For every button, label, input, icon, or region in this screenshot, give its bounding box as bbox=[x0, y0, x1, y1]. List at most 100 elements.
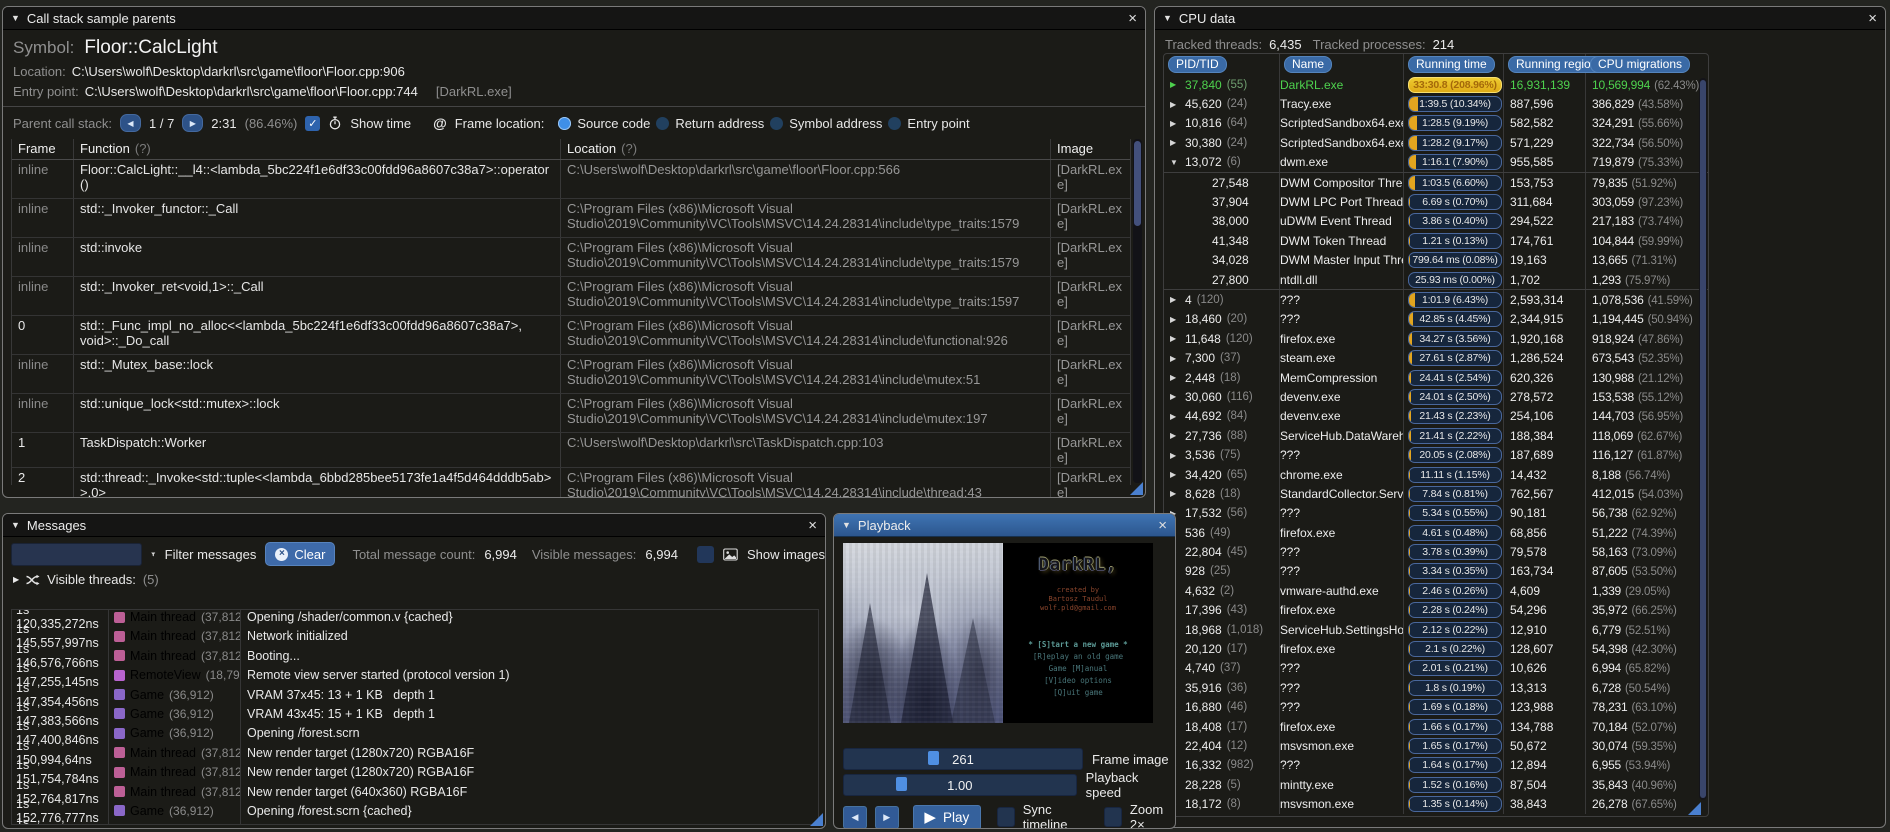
cpu-row[interactable]: ▶18,172(8)msvsmon.exe1.35 s (0.14%)38,84… bbox=[1164, 794, 1708, 814]
cpu-row[interactable]: 41,348 DWM Token Thread 1.21 s (0.13%) 174,… bbox=[1164, 231, 1708, 251]
cpu-row[interactable]: ▶18,408(17)firefox.exe1.66 s (0.17%)134,… bbox=[1164, 716, 1708, 737]
close-icon[interactable]: × bbox=[808, 518, 817, 533]
messages-titlebar[interactable]: ▼ Messages × bbox=[3, 514, 825, 537]
playback-speed-slider[interactable]: 1.00 bbox=[843, 774, 1077, 796]
cpu-row[interactable]: ▶ 10,816 (64) ScriptedSandbox64.exe 1:28.5 (… bbox=[1164, 113, 1708, 134]
message-row[interactable]: 1s 147,354,456ns Game (36,912) VRAM 37x45: … bbox=[12, 680, 818, 709]
cpu-row[interactable]: ▶ 3,536 (75)??? 20.05 s (2.08%) 187,689 116,1… bbox=[1164, 445, 1708, 465]
cpu-row[interactable]: ▶ 30,380 (24) ScriptedSandbox64.exe 1:28.2 (… bbox=[1164, 133, 1708, 153]
close-icon[interactable]: × bbox=[1128, 11, 1137, 26]
message-row[interactable]: 1s 152,776,777ns Game (36,912) Opening /for… bbox=[12, 796, 818, 824]
cpu-row[interactable]: ▶28,228(5)mintty.exe1.52 s (0.16%)87,504… bbox=[1164, 775, 1708, 795]
cpu-row[interactable]: ▶ 11,648 (120) firefox.exe 34.27 s (3.56%) 1,… bbox=[1164, 329, 1708, 349]
expand-arrow-icon[interactable]: ▶ bbox=[1170, 295, 1180, 304]
message-row[interactable]: 1s 150,994,64nsMain thread(37,812)New re… bbox=[12, 738, 818, 767]
clear-button[interactable]: × Clear bbox=[265, 542, 336, 566]
callstack-scrollbar[interactable] bbox=[1133, 139, 1142, 483]
cpu-row[interactable]: ▶18,968(1,018)ServiceHub.SettingsHost.ex… bbox=[1164, 619, 1708, 640]
message-row[interactable]: 1s 120,335,272nsMain thread(37,812)Openi… bbox=[12, 610, 818, 631]
sync-timeline-checkbox[interactable] bbox=[997, 807, 1015, 827]
expand-arrow-icon[interactable]: ▶ bbox=[1170, 354, 1180, 363]
step-forward-button[interactable]: ▶ bbox=[874, 805, 899, 828]
playback-titlebar[interactable]: ▼ Playback × bbox=[834, 514, 1175, 537]
cpu-row[interactable]: ▶4,632(2)vmware-authd.exe2.46 s (0.26%)4… bbox=[1164, 581, 1708, 601]
cpu-row[interactable]: ▶35,916(36)???1.8 s (0.19%)13,3136,728(5… bbox=[1164, 678, 1708, 698]
cpu-col-pill[interactable]: CPU migrations bbox=[1590, 56, 1691, 73]
cpu-row[interactable]: ▶928(25)???3.34 s (0.35%)163,73487,605(5… bbox=[1164, 561, 1708, 582]
expand-arrow-icon[interactable]: ▶ bbox=[1170, 138, 1180, 147]
cpu-row[interactable]: ▶ 4 (120)??? 1:01.9 (6.43%) 2,593,314 1,078,5… bbox=[1164, 289, 1708, 310]
expand-arrow-icon[interactable]: ▶ bbox=[1170, 412, 1180, 421]
step-back-button[interactable]: ◀ bbox=[843, 805, 867, 828]
message-row[interactable]: 1s 147,383,566ns Game (36,912) VRAM 43x45: … bbox=[12, 699, 818, 728]
collapse-icon[interactable]: ▼ bbox=[11, 13, 20, 23]
message-row[interactable]: 1s 146,576,766nsMain thread(37,812)Booti… bbox=[12, 641, 818, 670]
message-row[interactable]: 1s 152,764,817nsMain thread(37,812)New r… bbox=[12, 777, 818, 806]
cpu-row[interactable]: 37,904 DWM LPC Port Thread 6.69 s (0.70%) 3… bbox=[1164, 192, 1708, 212]
collapse-icon[interactable]: ▼ bbox=[842, 520, 851, 530]
cpu-scrollbar[interactable] bbox=[1699, 78, 1707, 800]
expand-arrow-icon[interactable]: ▶ bbox=[1170, 334, 1180, 343]
cpu-row[interactable]: ▶ 18,460 (20)??? 42.85 s (4.45%) 2,344,915 1,… bbox=[1164, 309, 1708, 330]
cpu-row[interactable]: 38,000 uDWM Event Thread 3.86 s (0.40%) 294… bbox=[1164, 211, 1708, 232]
callstack-titlebar[interactable]: ▼ Call stack sample parents × bbox=[3, 7, 1145, 30]
play-button[interactable]: ▶ Play bbox=[912, 804, 981, 828]
expand-arrow-icon[interactable]: ▶ bbox=[1170, 80, 1180, 89]
expand-arrow-icon[interactable]: ▶ bbox=[1170, 100, 1180, 109]
col-image[interactable]: Image bbox=[1051, 139, 1130, 159]
cpu-col-header[interactable]: CPU migrations bbox=[1586, 54, 1708, 75]
cpu-col-header[interactable]: Running regions bbox=[1504, 54, 1612, 75]
cpu-row[interactable]: ▶ 37,840 (55) DarkRL.exe 33:30.8 (208.96%) 16… bbox=[1164, 75, 1708, 95]
expand-arrow-icon[interactable]: ▶ bbox=[1170, 315, 1180, 324]
show-images-checkbox[interactable] bbox=[696, 545, 714, 563]
frame-image-slider[interactable]: 261 bbox=[843, 748, 1083, 770]
cpu-row[interactable]: ▶536(49)firefox.exe4.61 s (0.48%)68,8565… bbox=[1164, 522, 1708, 543]
cpu-col-pill[interactable]: Running time bbox=[1408, 56, 1495, 73]
cpu-row[interactable]: ▶ 2,448 (18) MemCompression 24.41 s (2.54%) 6… bbox=[1164, 367, 1708, 388]
collapse-arrow-icon[interactable]: ▼ bbox=[1170, 158, 1180, 167]
resize-grip[interactable] bbox=[1130, 482, 1143, 495]
expand-arrow-icon[interactable]: ▶ bbox=[1170, 489, 1180, 498]
cpu-row[interactable]: ▶ 34,420 (65) chrome.exe 11.11 s (1.15%) 14,4… bbox=[1164, 464, 1708, 485]
expand-icon[interactable]: ▶ bbox=[13, 575, 19, 584]
prev-stack-button[interactable]: ◀ bbox=[120, 114, 141, 132]
show-time-checkbox[interactable]: ✓ bbox=[305, 115, 321, 131]
cpu-row[interactable]: ▶20,120(17)firefox.exe2.1 s (0.22%)128,6… bbox=[1164, 639, 1708, 659]
expand-arrow-icon[interactable]: ▶ bbox=[1170, 119, 1180, 128]
frame-location-option[interactable]: Entry point bbox=[888, 116, 970, 131]
cpu-row[interactable]: ▶16,880(46)???1.69 s (0.18%)123,98878,23… bbox=[1164, 697, 1708, 717]
message-row[interactable]: 1s 145,557,997nsMain thread(37,812)Netwo… bbox=[12, 622, 818, 651]
cpu-row[interactable]: 27,548 DWM Compositor Thread 1:03.5 (6.60%… bbox=[1164, 171, 1708, 193]
cpu-col-pill[interactable]: Name bbox=[1284, 56, 1333, 73]
radio-icon[interactable] bbox=[656, 116, 670, 130]
expand-arrow-icon[interactable]: ▶ bbox=[1170, 431, 1180, 440]
frame-location-option[interactable]: Symbol address bbox=[770, 116, 882, 131]
cpu-row[interactable]: ▶ 45,620 (24) Tracy.exe 1:39.5 (10.34%) 887,5… bbox=[1164, 94, 1708, 114]
cpu-row[interactable]: ▶ 8,628 (18) StandardCollector.Service.exe 7… bbox=[1164, 484, 1708, 504]
cpu-row[interactable]: ▼ 13,072 (6) dwm.exe 1:16.1 (7.90%) 955,585 71… bbox=[1164, 152, 1708, 172]
radio-icon[interactable] bbox=[888, 116, 902, 130]
frame-location-option[interactable]: Return address bbox=[656, 116, 764, 131]
collapse-icon[interactable]: ▼ bbox=[1163, 13, 1172, 23]
cpu-row[interactable]: ▶4,740(37)???2.01 s (0.21%)10,6266,994(6… bbox=[1164, 658, 1708, 679]
cpu-titlebar[interactable]: ▼ CPU data × bbox=[1155, 7, 1885, 30]
cpu-row[interactable]: ▶ 27,736 (88) ServiceHub.DataWarehouseHost.… bbox=[1164, 426, 1708, 446]
col-location[interactable]: Location (?) bbox=[561, 139, 1051, 159]
visible-threads-row[interactable]: ▶ Visible threads: (5) bbox=[13, 572, 825, 587]
cpu-row[interactable]: ▶ 7,300 (37) steam.exe 27.61 s (2.87%) 1,286,… bbox=[1164, 348, 1708, 368]
cpu-row[interactable]: ▶17,532(56)???5.34 s (0.55%)90,18156,738… bbox=[1164, 503, 1708, 523]
cpu-col-pill[interactable]: PID/TID bbox=[1168, 56, 1227, 73]
frame-location-option[interactable]: Source code bbox=[558, 116, 650, 131]
cpu-row[interactable]: ▶16,332(982)???1.64 s (0.17%)12,8946,955… bbox=[1164, 755, 1708, 776]
close-icon[interactable]: × bbox=[1868, 11, 1877, 26]
message-row[interactable]: 1s 147,400,846ns Game (36,912) Opening /for… bbox=[12, 719, 818, 748]
cpu-col-header[interactable]: Name bbox=[1280, 54, 1404, 75]
radio-icon[interactable] bbox=[770, 116, 784, 130]
cpu-row[interactable]: ▶22,404(12)msvsmon.exe1.65 s (0.17%)50,6… bbox=[1164, 736, 1708, 756]
resize-grip[interactable] bbox=[1688, 802, 1701, 815]
close-icon[interactable]: × bbox=[1158, 518, 1167, 533]
cpu-row[interactable]: 27,800 ntdll.dll 25.93 ms (0.00%) 1,702 1,29… bbox=[1164, 269, 1708, 290]
cpu-row[interactable]: ▶ 30,060 (116) devenv.exe 24.01 s (2.50%) 278… bbox=[1164, 387, 1708, 407]
resize-grip[interactable] bbox=[810, 813, 823, 826]
next-stack-button[interactable]: ▶ bbox=[182, 114, 204, 132]
